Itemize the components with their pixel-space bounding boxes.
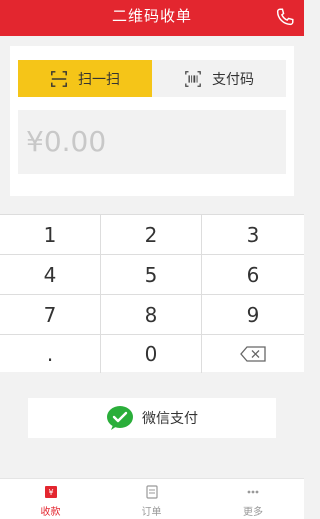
payment-card: 扫一扫 支付码 ¥0.00 <box>10 46 294 196</box>
wechat-pay-label: 微信支付 <box>142 411 198 427</box>
tab-paycode[interactable]: 支付码 <box>152 60 286 97</box>
tab-scan[interactable]: 扫一扫 <box>18 60 152 97</box>
key-dot[interactable]: . <box>0 335 101 373</box>
key-9[interactable]: 9 <box>202 295 304 335</box>
bottom-nav: ¥ 收款 订单 更多 <box>0 478 304 519</box>
nav-label-more: 更多 <box>243 507 263 518</box>
backspace-key[interactable] <box>202 335 304 373</box>
key-6[interactable]: 6 <box>202 255 304 295</box>
key-0[interactable]: 0 <box>101 335 202 373</box>
nav-item-more[interactable]: 更多 <box>202 479 304 519</box>
tab-scan-label: 扫一扫 <box>78 71 120 88</box>
nav-item-orders[interactable]: 订单 <box>101 479 202 519</box>
key-2[interactable]: 2 <box>101 215 202 255</box>
key-4[interactable]: 4 <box>0 255 101 295</box>
key-5[interactable]: 5 <box>101 255 202 295</box>
numeric-keypad: 1 2 3 4 5 6 7 8 9 . 0 <box>0 214 304 373</box>
nav-item-cashier[interactable]: ¥ 收款 <box>0 479 101 519</box>
barcode-icon <box>185 70 201 87</box>
wechat-icon <box>107 406 133 430</box>
key-1[interactable]: 1 <box>0 215 101 255</box>
phone-icon[interactable] <box>274 6 296 28</box>
key-3[interactable]: 3 <box>202 215 304 255</box>
wechat-pay-button[interactable]: 微信支付 <box>28 398 276 438</box>
key-7[interactable]: 7 <box>0 295 101 335</box>
nav-label-cashier: 收款 <box>40 507 61 518</box>
page-title: 二维码收单 <box>111 7 192 25</box>
mode-tabs: 扫一扫 支付码 <box>18 60 286 97</box>
key-8[interactable]: 8 <box>101 295 202 335</box>
backspace-icon <box>240 346 266 362</box>
amount-display[interactable]: ¥0.00 <box>18 110 286 174</box>
svg-text:¥: ¥ <box>48 488 53 497</box>
nav-label-orders: 订单 <box>141 507 162 518</box>
tab-paycode-label: 支付码 <box>212 71 254 88</box>
cash-register-icon: ¥ <box>45 486 57 498</box>
scan-icon <box>51 70 67 87</box>
order-icon <box>146 485 158 499</box>
more-icon <box>247 490 259 494</box>
app-header: 二维码收单 <box>0 0 304 36</box>
